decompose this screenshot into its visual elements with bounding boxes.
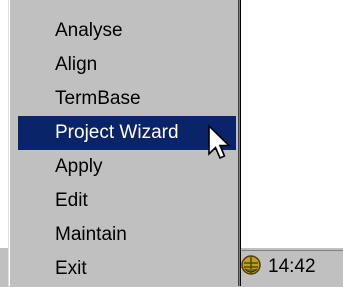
menu-item-project-wizard[interactable]: Project Wizard [18,116,236,150]
menu-item-edit[interactable]: Edit [18,184,236,218]
taskbar-clock[interactable]: 14:42 [268,254,316,280]
menu-item-exit[interactable]: Exit [18,252,236,286]
menu-item-apply[interactable]: Apply [18,150,236,184]
menu-item-maintain[interactable]: Maintain [18,218,236,252]
arrow-cursor-icon [208,124,231,160]
context-menu: Analyse Align TermBase Project Wizard Ap… [8,0,240,286]
menu-item-align[interactable]: Align [18,48,236,82]
app-tray-icon[interactable] [240,254,262,276]
menu-item-analyse[interactable]: Analyse [18,14,236,48]
menu-item-termbase[interactable]: TermBase [18,82,236,116]
